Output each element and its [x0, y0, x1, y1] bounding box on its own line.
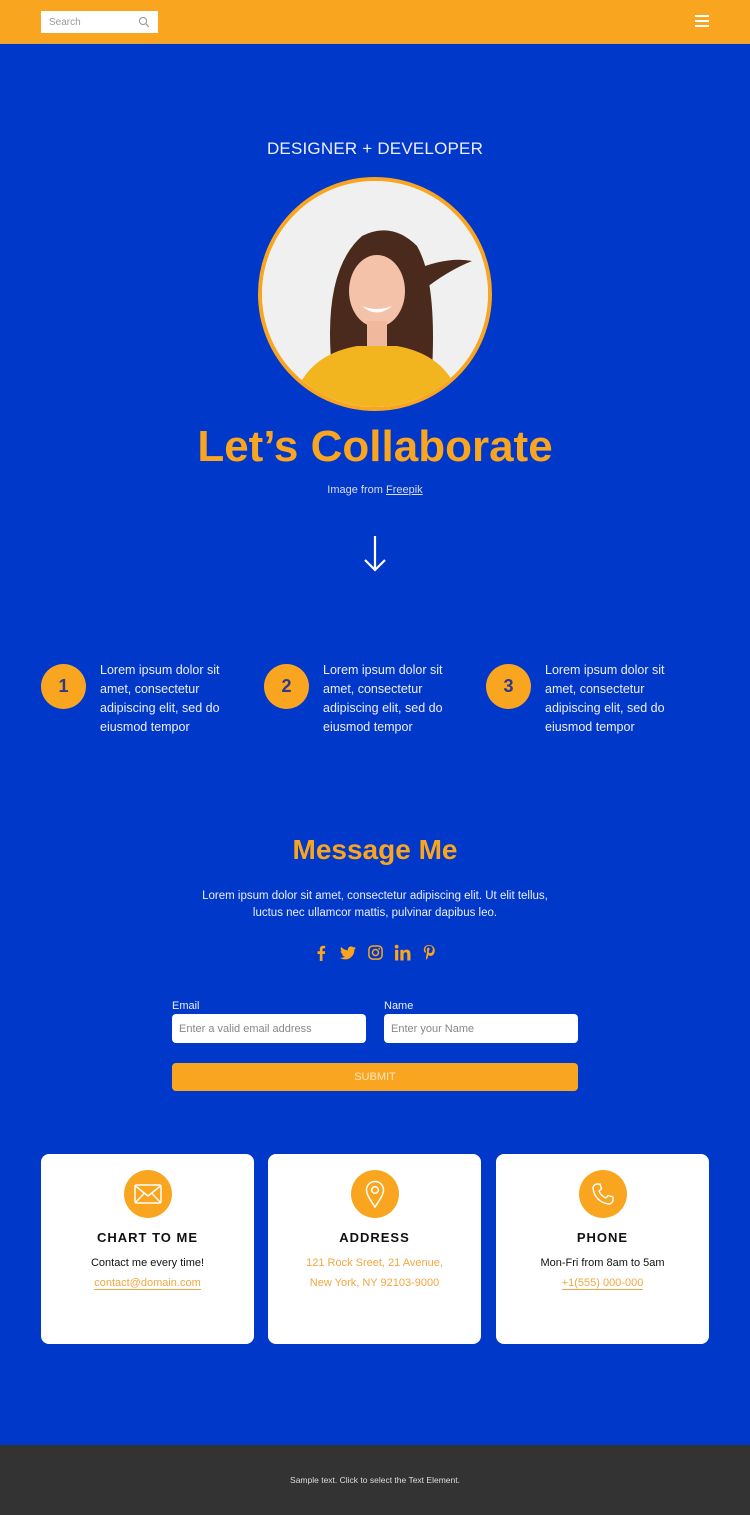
search-input[interactable] — [49, 16, 134, 28]
pinterest-icon[interactable] — [421, 944, 438, 961]
credit-prefix: Image from — [327, 484, 383, 496]
arrow-down-icon[interactable] — [362, 534, 388, 574]
card-title: CHART TO ME — [96, 1230, 199, 1245]
email-link[interactable]: contact@domain.com — [94, 1277, 201, 1290]
email-field-group: Email — [172, 1000, 366, 1043]
freepik-link[interactable]: Freepik — [386, 484, 423, 496]
contact-card-phone: PHONE Mon-Fri from 8am to 5am +1(555) 00… — [496, 1154, 709, 1344]
address-line-2: New York, NY 92103-9000 — [309, 1277, 440, 1289]
contact-card-address: ADDRESS 121 Rock Sreet, 21 Avenue, New Y… — [268, 1154, 481, 1344]
step-text: Lorem ipsum dolor sit amet, consectetur … — [545, 663, 665, 734]
name-field-group: Name — [384, 1000, 578, 1043]
search-box[interactable] — [41, 11, 158, 33]
portrait-image — [258, 177, 492, 411]
contact-card-email: CHART TO ME Contact me every time! conta… — [41, 1154, 254, 1344]
message-description: Lorem ipsum dolor sit amet, consectetur … — [202, 890, 548, 919]
step-item: 1 Lorem ipsum dolor sit amet, consectetu… — [41, 661, 241, 737]
email-label: Email — [172, 1000, 200, 1012]
site-footer: Sample text. Click to select the Text El… — [0, 1445, 750, 1515]
instagram-icon[interactable] — [367, 944, 384, 961]
envelope-icon — [123, 1170, 172, 1218]
site-header — [0, 0, 750, 44]
hero-section: DESIGNER + DEVELOPER Let’s Collaborate I… — [0, 44, 750, 584]
map-pin-icon — [350, 1170, 399, 1218]
phone-link[interactable]: +1(555) 000-000 — [561, 1277, 644, 1290]
facebook-icon[interactable] — [313, 944, 330, 961]
message-title: Message Me — [292, 834, 458, 865]
steps-section: 1 Lorem ipsum dolor sit amet, consectetu… — [0, 584, 750, 814]
step-number-badge: 3 — [486, 664, 531, 709]
footer-text[interactable]: Sample text. Click to select the Text El… — [290, 1475, 460, 1485]
card-title: PHONE — [576, 1230, 629, 1245]
name-label: Name — [384, 1000, 414, 1012]
step-text: Lorem ipsum dolor sit amet, consectetur … — [323, 663, 443, 734]
search-icon[interactable] — [138, 16, 150, 28]
step-item: 3 Lorem ipsum dolor sit amet, consectetu… — [486, 661, 686, 737]
linkedin-icon[interactable] — [394, 944, 411, 961]
step-item: 2 Lorem ipsum dolor sit amet, consectetu… — [264, 661, 464, 737]
email-field[interactable] — [172, 1014, 366, 1043]
portrait-illustration — [262, 181, 488, 407]
phone-icon — [578, 1170, 627, 1218]
address-line-1: 121 Rock Sreet, 21 Avenue, — [306, 1257, 443, 1269]
card-title: ADDRESS — [339, 1230, 410, 1245]
submit-button[interactable]: SUBMIT — [172, 1063, 578, 1091]
card-text: Mon-Fri from 8am to 5am — [540, 1257, 665, 1269]
twitter-icon[interactable] — [340, 944, 357, 961]
contact-cards: CHART TO ME Contact me every time! conta… — [0, 1154, 750, 1445]
step-number-badge: 2 — [264, 664, 309, 709]
message-section: Message Me Lorem ipsum dolor sit amet, c… — [0, 814, 750, 1154]
name-field[interactable] — [384, 1014, 578, 1043]
page-headline: Let’s Collaborate — [197, 422, 553, 471]
card-text: Contact me every time! — [90, 1257, 205, 1269]
image-credit: Image from Freepik — [0, 484, 750, 496]
step-number-badge: 1 — [41, 664, 86, 709]
tagline: DESIGNER + DEVELOPER — [266, 139, 484, 158]
step-text: Lorem ipsum dolor sit amet, consectetur … — [100, 663, 220, 734]
contact-form: Email Name SUBMIT — [172, 1000, 578, 1091]
social-links — [0, 944, 750, 961]
hamburger-icon[interactable] — [695, 15, 709, 27]
